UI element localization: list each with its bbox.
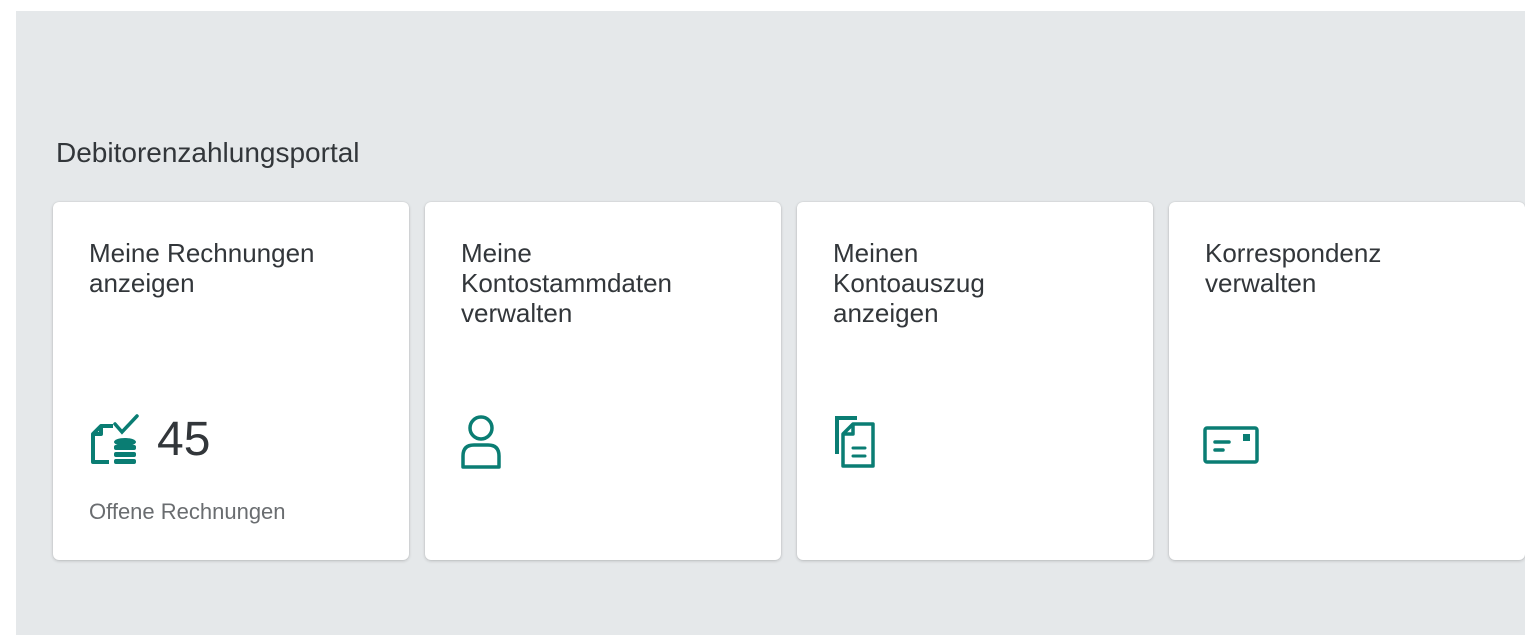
person-icon [459,412,519,472]
tile-title-line: Korrespondenz [1205,238,1382,268]
tile-title: Meine Kontostammdaten verwalten [461,238,761,328]
tile-title-line: verwalten [461,298,573,328]
tile-kontostammdaten[interactable]: Meine Kontostammdaten verwalten [425,202,781,560]
tile-title-line: Meinen [833,238,919,268]
tile-meine-rechnungen[interactable]: Meine Rechnungen anzeigen 45 Offene Rech… [53,202,409,560]
documents-icon [831,412,891,472]
envelope-card-icon [1203,412,1263,472]
group-title: Debitorenzahlungsportal [56,137,360,168]
tile-title-line: Kontoauszug [833,268,985,298]
tile-title: Korrespondenz verwalten [1205,238,1505,298]
tile-title-line: anzeigen [833,298,939,328]
tile-footer: Offene Rechnungen [89,499,286,524]
tile-title-line: Meine Rechnungen [89,238,315,268]
tile-title: Meine Rechnungen anzeigen [89,238,389,298]
tile-title-line: anzeigen [89,268,195,298]
tile-title: Meinen Kontoauszug anzeigen [833,238,1133,328]
tile-korrespondenz[interactable]: Korrespondenz verwalten [1169,202,1525,560]
invoice-stack-check-icon [87,412,147,472]
tile-kontoauszug[interactable]: Meinen Kontoauszug anzeigen [797,202,1153,560]
tile-title-line: Meine [461,238,532,268]
tile-title-line: verwalten [1205,268,1317,298]
tile-title-line: Kontostammdaten [461,268,673,298]
launchpad-canvas: Debitorenzahlungsportal Meine Rechnungen… [16,11,1525,635]
kpi-value: 45 [157,413,211,466]
